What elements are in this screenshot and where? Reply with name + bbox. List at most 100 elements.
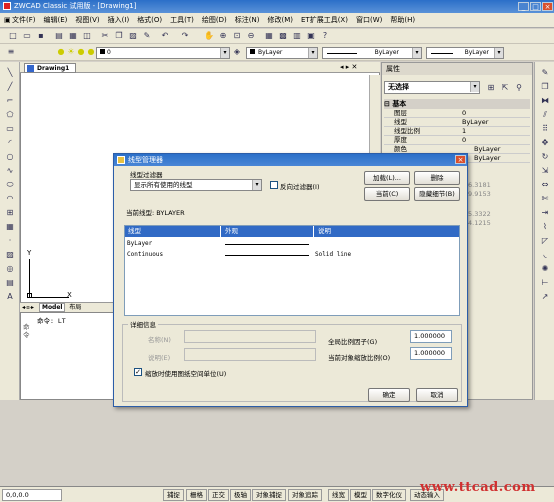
circle-icon[interactable]: ○ — [5, 152, 15, 162]
layer-dropdown[interactable]: 0 ▾ — [96, 47, 230, 59]
move-icon[interactable]: ✥ — [540, 138, 550, 148]
rectangle-icon[interactable]: ▭ — [5, 124, 15, 134]
scale-icon[interactable]: ⇲ — [540, 166, 550, 176]
open-file-icon[interactable]: ▭ — [22, 31, 32, 41]
delete-button[interactable]: 删除 — [414, 171, 460, 185]
zoom-window-icon[interactable]: ⊡ — [232, 31, 242, 41]
paperspace-units-checkbox[interactable]: ✓ — [134, 368, 142, 376]
make-current-layer-icon[interactable]: ◈ — [232, 47, 242, 57]
property-row[interactable]: 图层 0 — [384, 109, 530, 118]
print-preview-icon[interactable]: ▦ — [68, 31, 78, 41]
maximize-button[interactable]: □ — [530, 2, 541, 11]
property-row[interactable]: 线型比例 1 — [384, 127, 530, 136]
menu-draw[interactable]: 绘图(D) — [198, 13, 231, 28]
polar-toggle[interactable]: 极轴 — [230, 489, 251, 501]
spline-icon[interactable]: ∿ — [5, 166, 15, 176]
copy-object-icon[interactable]: ❐ — [540, 82, 550, 92]
ellipse-arc-icon[interactable]: ◠ — [5, 194, 15, 204]
toggle-pickadd-icon[interactable]: ⊞ — [486, 83, 496, 93]
dimension-icon[interactable]: ⊢ — [540, 278, 550, 288]
zoom-previous-icon[interactable]: ⊖ — [246, 31, 256, 41]
hide-details-button[interactable]: 隐藏细节(B) — [414, 187, 460, 201]
new-file-icon[interactable]: □ — [8, 31, 18, 41]
cancel-button[interactable]: 取消 — [416, 388, 458, 402]
tablet-toggle[interactable]: 数字化仪 — [372, 489, 406, 501]
ok-button[interactable]: 确定 — [368, 388, 410, 402]
hatch-icon[interactable]: ▨ — [5, 250, 15, 260]
fillet-icon[interactable]: ◟ — [540, 250, 550, 260]
copy-icon[interactable]: ❐ — [114, 31, 124, 41]
line-icon[interactable]: ╲ — [5, 68, 15, 78]
menu-format[interactable]: 格式(O) — [133, 13, 166, 28]
dialog-close-button[interactable]: × — [455, 155, 466, 164]
explode-icon[interactable]: ✺ — [540, 264, 550, 274]
mtext-icon[interactable]: A — [5, 292, 15, 302]
layout-nav-arrows[interactable]: ◂◃▹▸ — [20, 304, 34, 311]
tab-model[interactable]: Model — [38, 303, 66, 312]
global-scale-input[interactable]: 1.000000 — [410, 330, 452, 343]
ortho-toggle[interactable]: 正交 — [208, 489, 229, 501]
close-button[interactable]: × — [542, 2, 553, 11]
properties-icon[interactable]: ▦ — [264, 31, 274, 41]
quick-select-icon[interactable]: ⚲ — [514, 83, 524, 93]
property-row[interactable]: 厚度 0 — [384, 136, 530, 145]
property-row[interactable]: 线型 ByLayer — [384, 118, 530, 127]
model-toggle[interactable]: 模型 — [350, 489, 371, 501]
region-icon[interactable]: ◎ — [5, 264, 15, 274]
minimize-button[interactable]: _ — [518, 2, 529, 11]
otrack-toggle[interactable]: 对象追踪 — [288, 489, 322, 501]
design-center-icon[interactable]: ▩ — [278, 31, 288, 41]
set-current-button[interactable]: 当前(C) — [364, 187, 410, 201]
description-field[interactable] — [184, 348, 316, 361]
table-icon[interactable]: ▤ — [5, 278, 15, 288]
construction-line-icon[interactable]: ╱ — [5, 82, 15, 92]
rotate-icon[interactable]: ↻ — [540, 152, 550, 162]
load-button[interactable]: 加载(L)... — [364, 171, 410, 185]
tool-palette-icon[interactable]: ▥ — [292, 31, 302, 41]
group-basic[interactable]: ⊟ 基本 — [384, 99, 530, 109]
print-icon[interactable]: ▤ — [54, 31, 64, 41]
menu-window[interactable]: 窗口(W) — [352, 13, 386, 28]
undo-icon[interactable]: ↶ — [160, 31, 170, 41]
insert-block-icon[interactable]: ⊞ — [5, 208, 15, 218]
offset-icon[interactable]: ⫽ — [540, 110, 550, 120]
menu-file[interactable]: 文件(F) — [8, 13, 40, 28]
mirror-icon[interactable]: ⧓ — [540, 96, 550, 106]
selection-dropdown[interactable]: 无选择 ▾ — [384, 81, 480, 94]
name-field[interactable] — [184, 330, 316, 343]
arc-icon[interactable]: ◜ — [5, 138, 15, 148]
column-appearance[interactable]: 外观 — [220, 226, 238, 237]
polyline-icon[interactable]: ⌐ — [5, 96, 15, 106]
extend-icon[interactable]: ⇥ — [540, 208, 550, 218]
object-scale-input[interactable]: 1.000000 — [410, 347, 452, 360]
point-icon[interactable]: · — [5, 236, 15, 246]
lineweight-toggle[interactable]: 线宽 — [328, 489, 349, 501]
menu-view[interactable]: 视图(V) — [71, 13, 103, 28]
invert-filter-checkbox[interactable] — [270, 181, 278, 189]
menu-insert[interactable]: 插入(I) — [104, 13, 134, 28]
zoom-realtime-icon[interactable]: ⊕ — [218, 31, 228, 41]
stretch-icon[interactable]: ⇔ — [540, 180, 550, 190]
linetype-list[interactable]: 线型 外观 说明 ByLayer Continuous Solid line — [124, 225, 460, 316]
tab-drawing1[interactable]: Drawing1 — [24, 63, 76, 73]
select-objects-icon[interactable]: ⇱ — [500, 83, 510, 93]
menu-dimension[interactable]: 标注(N) — [231, 13, 264, 28]
paste-icon[interactable]: ▨ — [128, 31, 138, 41]
ellipse-icon[interactable]: ⬭ — [5, 180, 15, 190]
grid-toggle[interactable]: 栅格 — [186, 489, 207, 501]
osnap-toggle[interactable]: 对象捕捉 — [252, 489, 286, 501]
match-properties-icon[interactable]: ✎ — [142, 31, 152, 41]
trim-icon[interactable]: ✄ — [540, 194, 550, 204]
break-icon[interactable]: ⌇ — [540, 222, 550, 232]
layer-manager-icon[interactable]: ≡ — [6, 47, 16, 57]
snap-toggle[interactable]: 捕捉 — [163, 489, 184, 501]
column-description[interactable]: 说明 — [313, 226, 331, 237]
menu-help[interactable]: 帮助(H) — [386, 13, 419, 28]
tab-layout[interactable]: 布局 — [69, 304, 81, 311]
linetype-row[interactable]: ByLayer — [125, 238, 459, 249]
make-block-icon[interactable]: ▦ — [5, 222, 15, 232]
calculator-icon[interactable]: ▣ — [306, 31, 316, 41]
linetype-row[interactable]: Continuous Solid line — [125, 249, 459, 260]
chamfer-icon[interactable]: ◸ — [540, 236, 550, 246]
help-icon[interactable]: ? — [320, 31, 330, 41]
